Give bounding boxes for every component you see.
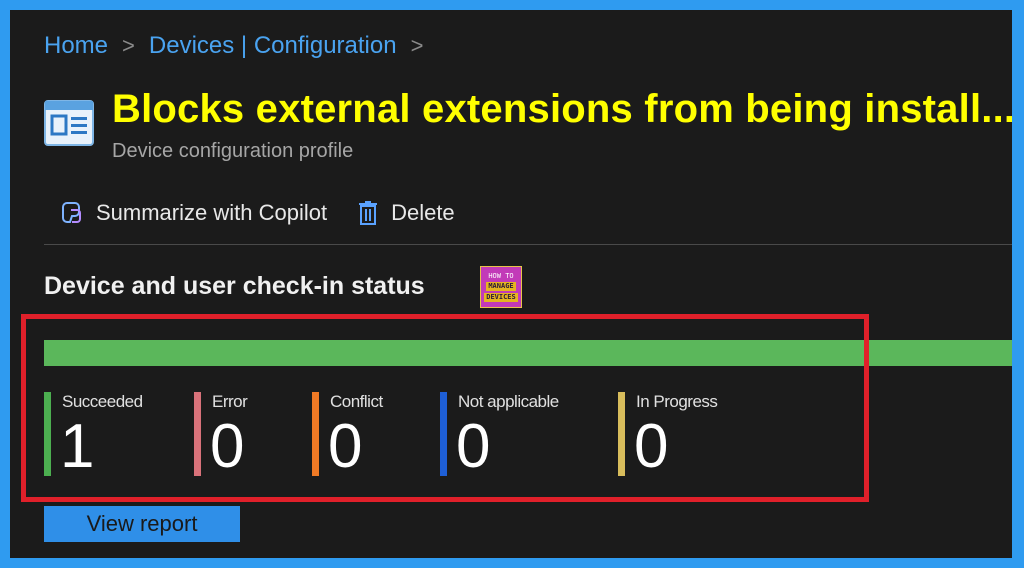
breadcrumb: Home > Devices | Configuration > bbox=[44, 32, 437, 60]
breadcrumb-home[interactable]: Home bbox=[44, 32, 108, 60]
copilot-icon bbox=[62, 202, 81, 223]
page-subtitle: Device configuration profile bbox=[112, 140, 354, 162]
trash-icon bbox=[359, 201, 378, 225]
how-to-manage-devices-logo: HOW TO MANAGE DEVICES bbox=[480, 266, 522, 308]
summarize-with-copilot-label: Summarize with Copilot bbox=[96, 200, 328, 225]
breadcrumb-devices-configuration[interactable]: Devices | Configuration bbox=[149, 32, 397, 60]
toolbar-divider bbox=[44, 244, 1012, 245]
check-in-status-heading: Device and user check-in status bbox=[44, 272, 425, 300]
configuration-profile-icon bbox=[44, 100, 94, 146]
delete-label: Delete bbox=[391, 200, 455, 225]
breadcrumb-separator: > bbox=[410, 33, 424, 58]
page-title: Blocks external extensions from being in… bbox=[112, 87, 1012, 131]
logo-line: DEVICES bbox=[484, 292, 518, 302]
highlight-annotation-box bbox=[21, 314, 869, 502]
page-header: Blocks external extensions from being in… bbox=[44, 86, 1012, 146]
logo-line: HOW TO bbox=[488, 271, 514, 280]
screenshot-frame: Home > Devices | Configuration > Blocks … bbox=[10, 10, 1012, 558]
summarize-with-copilot-button[interactable]: Summarize with Copilot bbox=[58, 200, 327, 226]
breadcrumb-separator: > bbox=[122, 33, 135, 58]
logo-line: MANAGE bbox=[486, 281, 516, 291]
view-report-button[interactable]: View report bbox=[44, 506, 240, 542]
command-bar: Summarize with Copilot Delete bbox=[58, 200, 485, 226]
delete-button[interactable]: Delete bbox=[357, 200, 455, 226]
